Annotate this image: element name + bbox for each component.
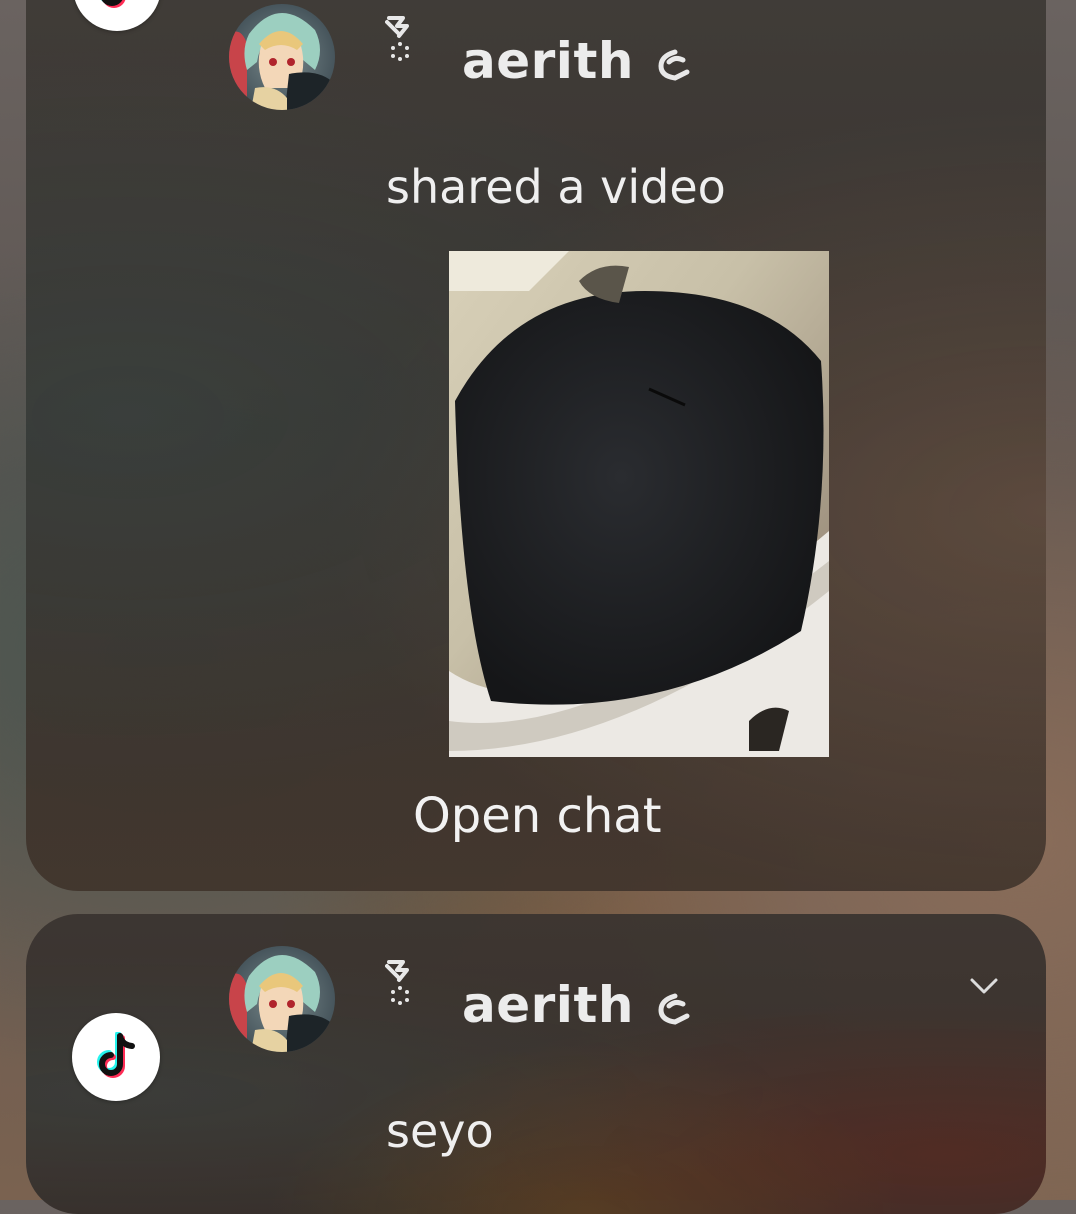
video-thumbnail[interactable] — [449, 251, 829, 757]
sender-name: aerith — [462, 976, 634, 1034]
heart-outline-icon — [655, 990, 693, 1026]
sender-name: aerith — [462, 32, 634, 90]
tiktok-icon — [72, 1013, 160, 1101]
dnd-bell-icon — [385, 958, 415, 1006]
dnd-bell-icon — [385, 14, 415, 62]
chevron-down-icon[interactable] — [964, 970, 1004, 1004]
notification-message: shared a video — [386, 160, 726, 214]
avatar — [229, 946, 335, 1052]
heart-outline-icon — [655, 46, 693, 82]
notification-message: seyo — [386, 1104, 494, 1158]
notification-card[interactable] — [26, 914, 1046, 1214]
avatar — [229, 4, 335, 110]
open-chat-button[interactable]: Open chat — [413, 788, 662, 844]
